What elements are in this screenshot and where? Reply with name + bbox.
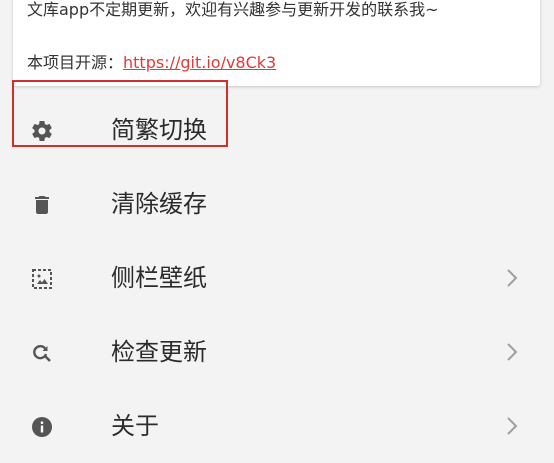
- menu-item-label: 清除缓存: [111, 190, 207, 218]
- menu-item-about[interactable]: 关于: [0, 389, 554, 463]
- menu-item-label: 检查更新: [111, 338, 207, 366]
- menu-item-label: 关于: [111, 412, 159, 440]
- trash-icon: [30, 193, 54, 217]
- chevron-right-icon: [506, 268, 518, 288]
- update-notice-text: 文库app不定期更新，欢迎有兴趣参与更新开发的联系我~: [27, 0, 439, 19]
- open-source-link[interactable]: https://git.io/v8Ck3: [123, 53, 276, 72]
- menu-item-sidebar-wallpaper[interactable]: 侧栏壁纸: [0, 241, 554, 315]
- menu-item-clear-cache[interactable]: 清除缓存: [0, 167, 554, 241]
- search-refresh-icon: [30, 341, 54, 365]
- image-icon: [30, 267, 54, 291]
- about-card: 文库app不定期更新，欢迎有兴趣参与更新开发的联系我~ 本项目开源：https:…: [13, 0, 540, 86]
- open-source-prefix: 本项目开源：: [27, 53, 124, 72]
- menu-item-label: 侧栏壁纸: [111, 264, 207, 292]
- info-icon: [30, 415, 54, 439]
- menu-item-check-update[interactable]: 检查更新: [0, 315, 554, 389]
- chevron-right-icon: [506, 342, 518, 362]
- chevron-right-icon: [506, 416, 518, 436]
- open-source-line: 本项目开源：https://git.io/v8Ck3: [27, 53, 276, 73]
- clear-cache-highlight-box: [12, 80, 228, 147]
